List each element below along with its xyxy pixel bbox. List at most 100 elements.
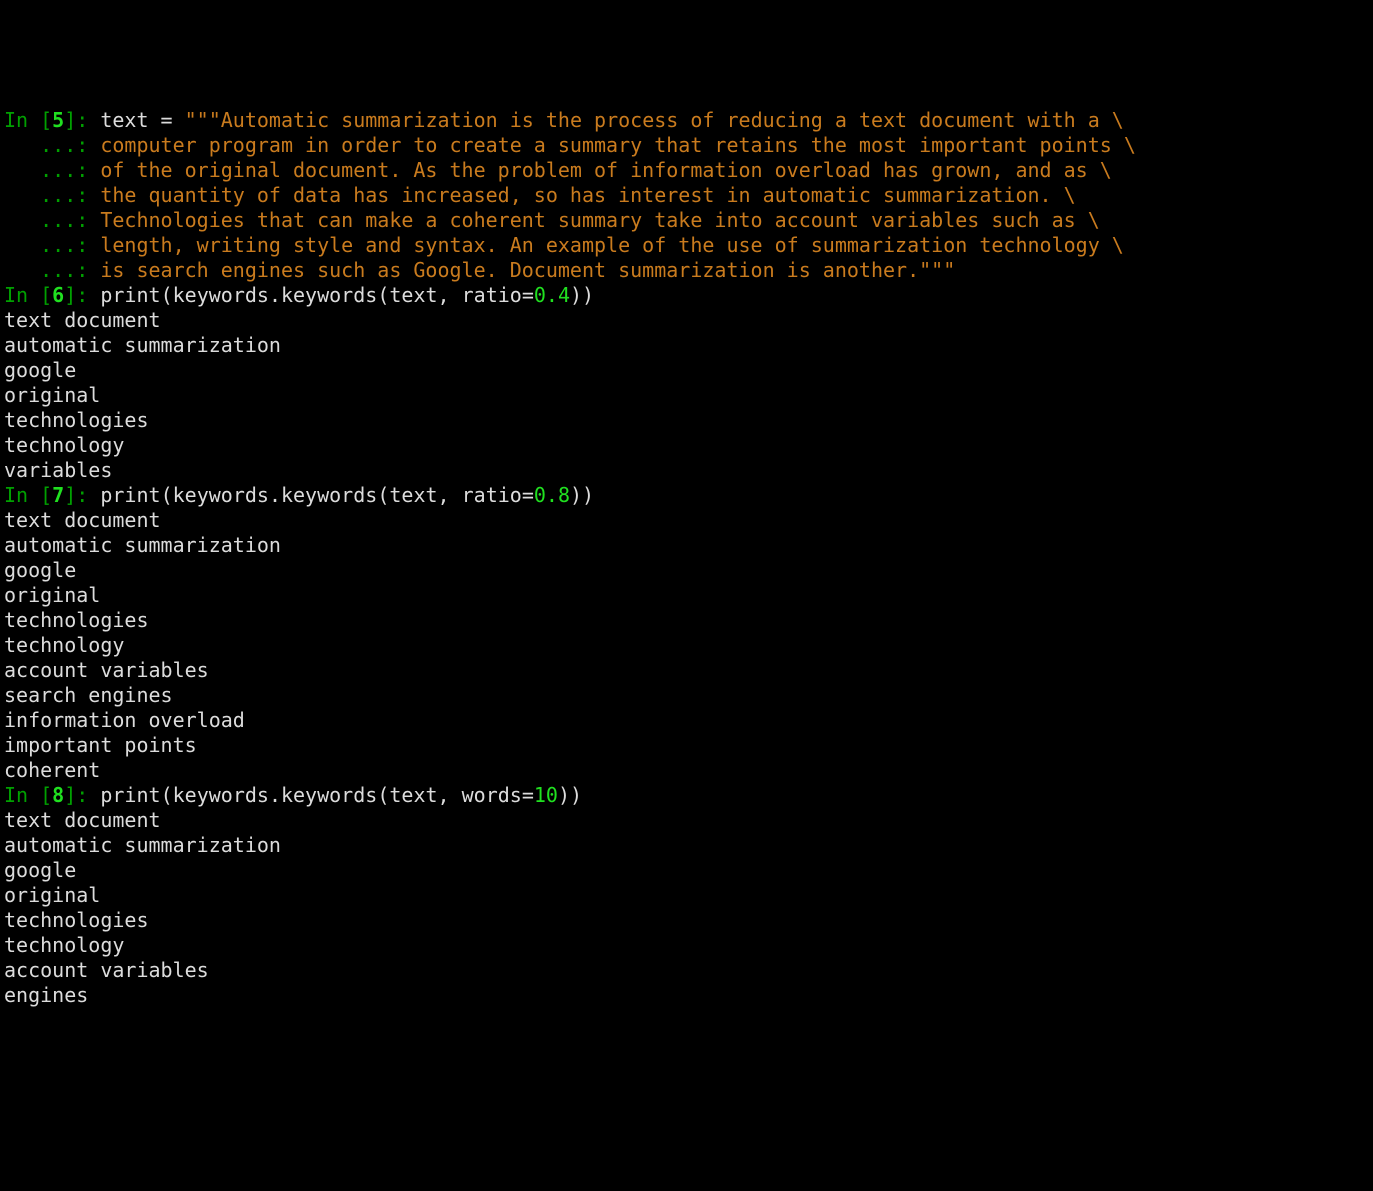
stdout-line: technologies — [4, 908, 149, 932]
stdout-line: engines — [4, 983, 88, 1007]
prompt-in-suffix: ]: — [64, 108, 100, 132]
string-literal: the quantity of data has increased, so h… — [100, 183, 1075, 207]
ipython-terminal[interactable]: In [ 5]: text = """Automatic summarizatio… — [4, 108, 1373, 1008]
terminal-line: technology — [4, 433, 1373, 458]
string-literal: """Automatic summarization is the proces… — [185, 108, 1124, 132]
terminal-line: coherent — [4, 758, 1373, 783]
paren: ( — [377, 783, 389, 807]
terminal-line: search engines — [4, 683, 1373, 708]
terminal-line: In [6]: print(keywords.keywords(text, ra… — [4, 283, 1373, 308]
terminal-line: google — [4, 358, 1373, 383]
equals: = — [522, 783, 534, 807]
stdout-line: information overload — [4, 708, 245, 732]
terminal-line: ...: Technologies that can make a cohere… — [4, 208, 1373, 233]
string-literal: is search engines such as Google. Docume… — [100, 258, 955, 282]
equals: = — [522, 283, 534, 307]
terminal-line: ...: of the original document. As the pr… — [4, 158, 1373, 183]
prompt-in-suffix: ]: — [64, 283, 100, 307]
string-literal: of the original document. As the problem… — [100, 158, 1111, 182]
paren: ( — [161, 483, 173, 507]
stdout-line: original — [4, 383, 100, 407]
prompt-continuation: ...: — [4, 183, 100, 207]
paren: )) — [570, 283, 594, 307]
terminal-line: technologies — [4, 608, 1373, 633]
stdout-line: automatic summarization — [4, 833, 281, 857]
prompt-num: 5 — [52, 108, 64, 132]
call-fn: keywords.keywords — [173, 283, 378, 307]
prompt-continuation: ...: — [4, 158, 100, 182]
terminal-line: text document — [4, 808, 1373, 833]
stdout-line: technologies — [4, 608, 149, 632]
paren: ( — [377, 483, 389, 507]
prompt-in: In [ — [4, 283, 52, 307]
terminal-line: google — [4, 558, 1373, 583]
stdout-line: account variables — [4, 958, 209, 982]
terminal-line: text document — [4, 508, 1373, 533]
kwarg-value: 0.8 — [534, 483, 570, 507]
prompt-num: 8 — [52, 783, 64, 807]
terminal-line: technology — [4, 633, 1373, 658]
prompt-num: 7 — [52, 483, 64, 507]
prompt-in: In [ — [4, 783, 52, 807]
paren: ( — [161, 783, 173, 807]
stdout-line: technologies — [4, 408, 149, 432]
prompt-num: 6 — [52, 283, 64, 307]
string-literal: length, writing style and syntax. An exa… — [100, 233, 1124, 257]
prompt-continuation: ...: — [4, 233, 100, 257]
stdout-line: variables — [4, 458, 112, 482]
terminal-line: ...: length, writing style and syntax. A… — [4, 233, 1373, 258]
kwarg-name: ratio — [462, 483, 522, 507]
terminal-line: automatic summarization — [4, 533, 1373, 558]
comma: , — [438, 283, 462, 307]
stdout-line: automatic summarization — [4, 333, 281, 357]
arg: text — [389, 483, 437, 507]
kwarg-value: 0.4 — [534, 283, 570, 307]
paren: )) — [570, 483, 594, 507]
terminal-line: information overload — [4, 708, 1373, 733]
terminal-line: original — [4, 583, 1373, 608]
kwarg-name: ratio — [462, 283, 522, 307]
call-fn: keywords.keywords — [173, 483, 378, 507]
kwarg-value: 10 — [534, 783, 558, 807]
terminal-line: ...: the quantity of data has increased,… — [4, 183, 1373, 208]
terminal-line: In [5]: text = """Automatic summarizatio… — [4, 108, 1373, 133]
equals: = — [522, 483, 534, 507]
arg: text — [389, 283, 437, 307]
stdout-line: google — [4, 558, 76, 582]
terminal-line: ...: computer program in order to create… — [4, 133, 1373, 158]
stdout-line: technology — [4, 633, 124, 657]
paren: )) — [558, 783, 582, 807]
terminal-line: ...: is search engines such as Google. D… — [4, 258, 1373, 283]
stdout-line: google — [4, 358, 76, 382]
comma: , — [438, 483, 462, 507]
terminal-line: technologies — [4, 908, 1373, 933]
builtin-print: print — [100, 483, 160, 507]
builtin-print: print — [100, 283, 160, 307]
stdout-line: search engines — [4, 683, 173, 707]
terminal-line: technology — [4, 933, 1373, 958]
terminal-line: original — [4, 883, 1373, 908]
terminal-line: variables — [4, 458, 1373, 483]
stdout-line: google — [4, 858, 76, 882]
builtin-print: print — [100, 783, 160, 807]
terminal-line: original — [4, 383, 1373, 408]
stdout-line: account variables — [4, 658, 209, 682]
comma: , — [438, 783, 462, 807]
kwarg-name: words — [462, 783, 522, 807]
paren: ( — [377, 283, 389, 307]
paren: ( — [161, 283, 173, 307]
terminal-line: important points — [4, 733, 1373, 758]
stdout-line: original — [4, 883, 100, 907]
terminal-line: automatic summarization — [4, 833, 1373, 858]
prompt-in: In [ — [4, 483, 52, 507]
call-fn: keywords.keywords — [173, 783, 378, 807]
terminal-line: In [8]: print(keywords.keywords(text, wo… — [4, 783, 1373, 808]
arg: text — [389, 783, 437, 807]
stdout-line: text document — [4, 508, 161, 532]
code-assign: text = — [100, 108, 184, 132]
terminal-line: account variables — [4, 958, 1373, 983]
terminal-line: account variables — [4, 658, 1373, 683]
prompt-in-suffix: ]: — [64, 483, 100, 507]
stdout-line: important points — [4, 733, 197, 757]
terminal-line: engines — [4, 983, 1373, 1008]
